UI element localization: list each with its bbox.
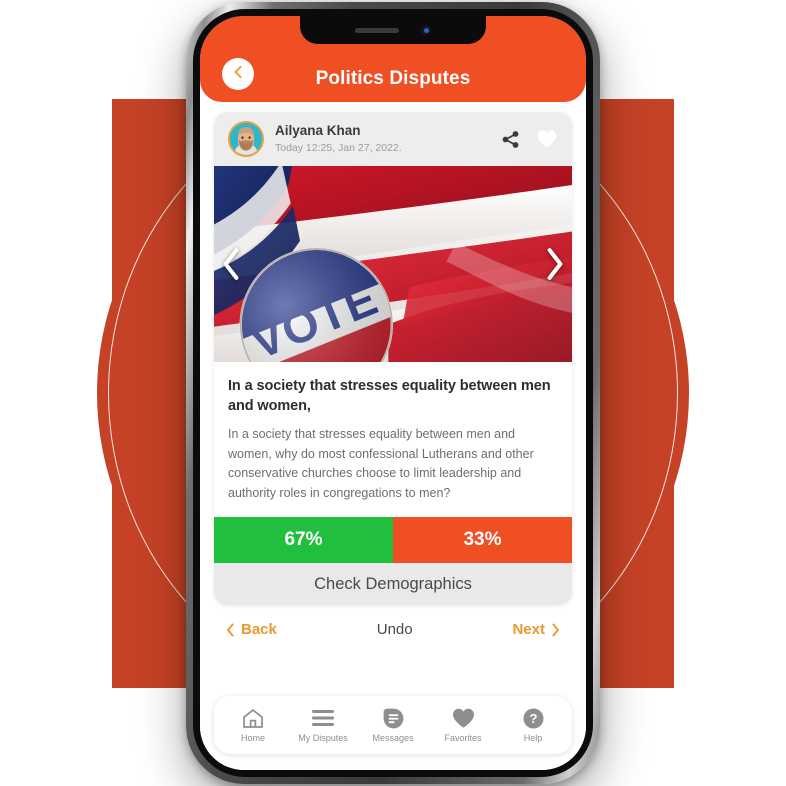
tab-help-label: Help bbox=[523, 733, 543, 743]
bottom-tab-bar: Home My Disputes Messages Favorites ? He… bbox=[214, 696, 572, 754]
back-button[interactable]: Back bbox=[226, 621, 277, 638]
message-doc-icon bbox=[383, 707, 404, 729]
tab-home-label: Home bbox=[240, 733, 265, 743]
post-text-block: In a society that stresses equality betw… bbox=[214, 362, 572, 517]
heart-icon[interactable] bbox=[536, 129, 558, 149]
tab-home[interactable]: Home bbox=[218, 707, 288, 743]
dispute-card: Ailyana Khan Today 12:25, Jan 27, 2022. bbox=[214, 112, 572, 605]
chevron-left-icon bbox=[223, 248, 239, 280]
header-back-button[interactable] bbox=[222, 58, 254, 90]
avatar[interactable] bbox=[228, 121, 264, 157]
poll-agree-segment[interactable]: 67% bbox=[214, 517, 393, 563]
tab-messages[interactable]: Messages bbox=[358, 707, 428, 743]
list-lines-icon bbox=[311, 707, 335, 729]
tab-help[interactable]: ? Help bbox=[498, 707, 568, 743]
next-button[interactable]: Next bbox=[512, 621, 560, 638]
carousel-next-button[interactable] bbox=[542, 247, 568, 281]
phone-screen: Politics Disputes Ailyana Khan Today 12:… bbox=[200, 16, 586, 770]
heart-filled-icon bbox=[452, 707, 475, 729]
front-camera-icon bbox=[421, 25, 431, 35]
back-label: Back bbox=[241, 621, 277, 638]
page-title: Politics Disputes bbox=[315, 68, 471, 89]
app-content: Ailyana Khan Today 12:25, Jan 27, 2022. bbox=[200, 102, 586, 770]
earpiece-speaker bbox=[355, 27, 399, 33]
tab-my-disputes-label: My Disputes bbox=[298, 733, 348, 743]
next-label: Next bbox=[512, 621, 545, 638]
question-body: In a society that stresses equality betw… bbox=[228, 427, 534, 500]
poll-disagree-label: 33% bbox=[463, 529, 502, 550]
mockup-stage: Politics Disputes Ailyana Khan Today 12:… bbox=[0, 0, 786, 786]
post-actions bbox=[501, 129, 558, 149]
question-title: In a society that stresses equality betw… bbox=[228, 378, 551, 414]
tab-messages-label: Messages bbox=[372, 733, 414, 743]
chevron-left-icon bbox=[227, 623, 234, 636]
check-demographics-button[interactable]: Check Demographics bbox=[214, 563, 572, 605]
poll-result-bar: 67% 33% bbox=[214, 517, 572, 563]
svg-text:?: ? bbox=[529, 711, 537, 726]
carousel-prev-button[interactable] bbox=[218, 247, 244, 281]
share-icon[interactable] bbox=[501, 130, 520, 149]
author-meta: Ailyana Khan Today 12:25, Jan 27, 2022. bbox=[275, 123, 490, 155]
chevron-right-icon bbox=[552, 623, 559, 636]
tab-favorites-label: Favorites bbox=[444, 733, 482, 743]
phone-notch bbox=[300, 16, 486, 44]
question-circle-icon: ? bbox=[523, 707, 544, 729]
phone-frame: Politics Disputes Ailyana Khan Today 12:… bbox=[186, 2, 600, 784]
post-image[interactable]: VOTE bbox=[214, 166, 572, 362]
tab-favorites[interactable]: Favorites bbox=[428, 707, 498, 743]
home-icon bbox=[242, 707, 264, 729]
chevron-left-icon bbox=[232, 65, 244, 84]
chevron-right-icon bbox=[547, 248, 563, 280]
post-author-row: Ailyana Khan Today 12:25, Jan 27, 2022. bbox=[214, 112, 572, 166]
post-timestamp: Today 12:25, Jan 27, 2022. bbox=[275, 141, 402, 154]
poll-disagree-segment[interactable]: 33% bbox=[393, 517, 572, 563]
pager-nav: Back Undo Next bbox=[214, 605, 572, 638]
author-name: Ailyana Khan bbox=[275, 122, 361, 138]
tab-my-disputes[interactable]: My Disputes bbox=[288, 707, 358, 743]
poll-agree-label: 67% bbox=[284, 529, 323, 550]
undo-button[interactable]: Undo bbox=[377, 621, 413, 638]
